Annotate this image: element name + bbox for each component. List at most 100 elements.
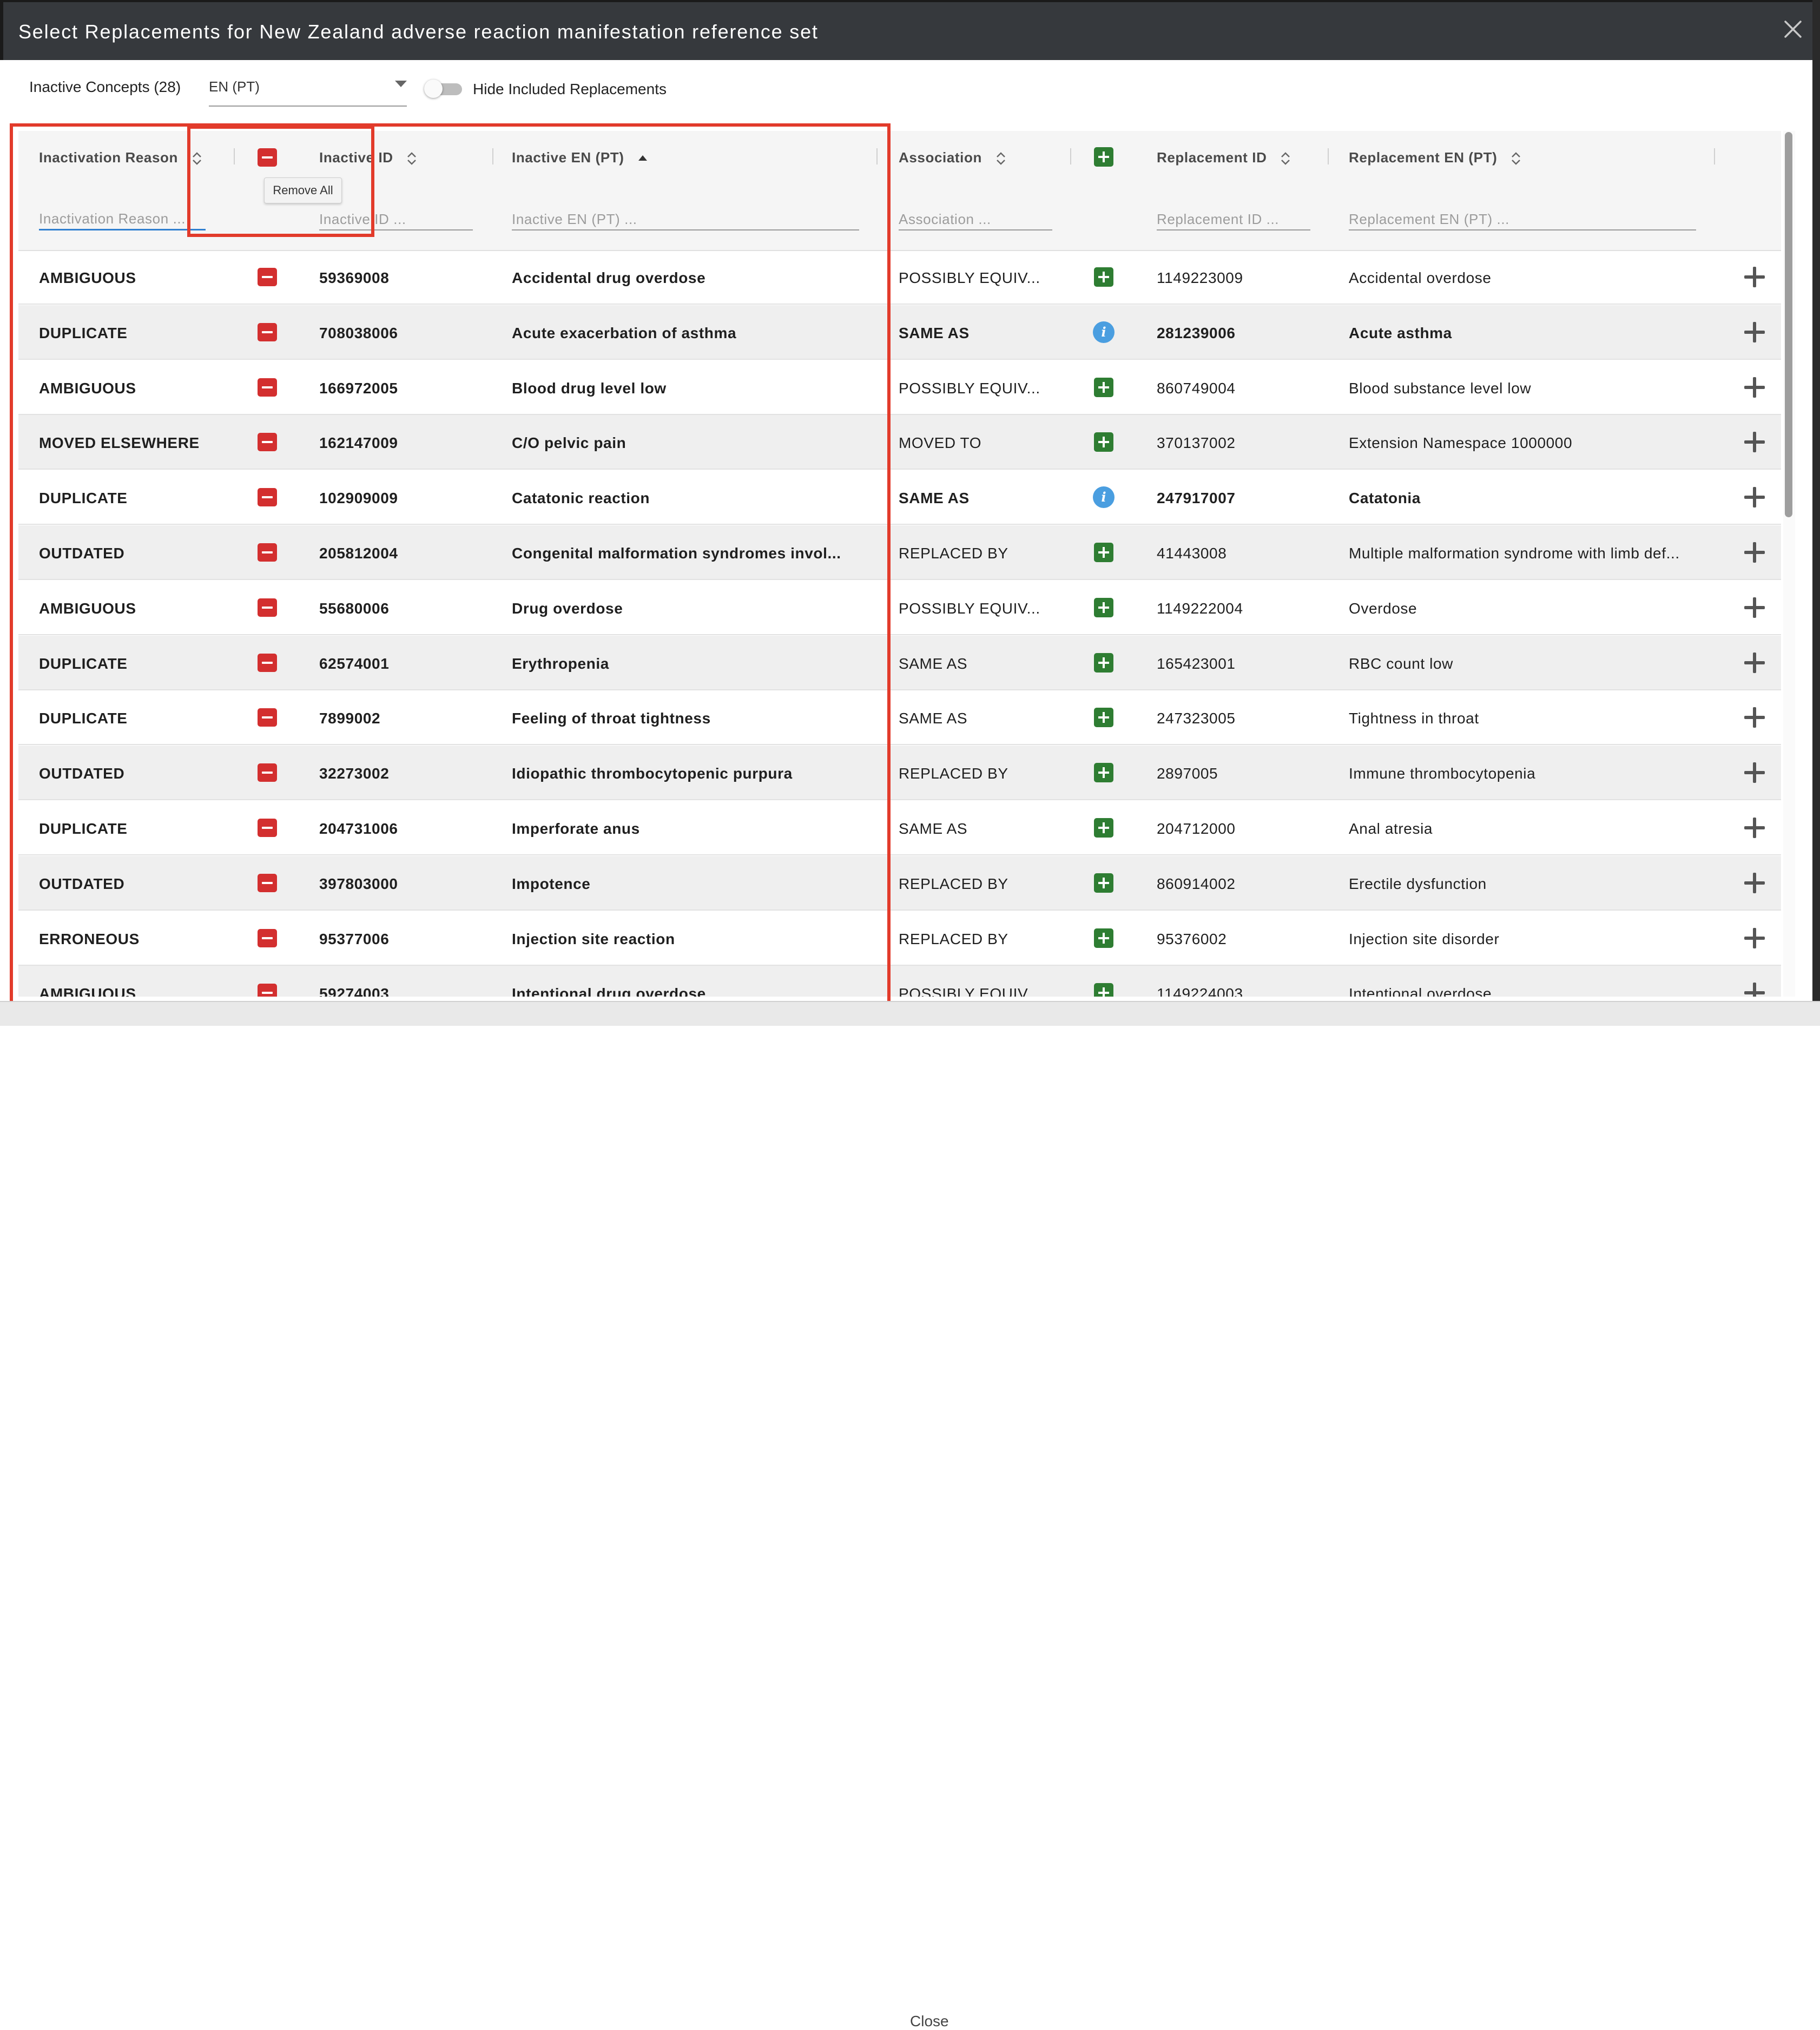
add-row-icon[interactable] [1744, 983, 1765, 997]
column-divider[interactable] [876, 148, 878, 164]
replacement-id-filter[interactable] [1157, 209, 1310, 230]
remove-icon[interactable] [258, 654, 277, 672]
inactive-en-cell: Blood drug level low [512, 380, 667, 397]
add-row-icon[interactable] [1744, 707, 1765, 728]
association-cell[interactable]: SAME AS [899, 820, 967, 838]
inactive-id-filter[interactable] [319, 209, 473, 230]
sort-icon[interactable] [1510, 151, 1522, 166]
header-inactive-id[interactable]: Inactive ID [319, 149, 418, 166]
inactive-en-filter[interactable] [512, 209, 859, 230]
remove-icon[interactable] [258, 763, 277, 782]
add-row-icon[interactable] [1744, 322, 1765, 342]
remove-icon[interactable] [258, 433, 277, 451]
add-row-icon[interactable] [1744, 377, 1765, 398]
header-association[interactable]: Association [899, 149, 1007, 166]
language-select[interactable]: EN (PT) [209, 75, 407, 107]
remove-icon[interactable] [258, 378, 277, 397]
association-cell[interactable]: MOVED TO [899, 434, 981, 452]
add-replacement-icon[interactable] [1094, 708, 1113, 727]
association-cell[interactable]: REPLACED BY [899, 931, 1008, 948]
header-inactivation-reason[interactable]: Inactivation Reason [39, 149, 203, 166]
add-replacement-icon[interactable] [1094, 763, 1113, 782]
replacement-en-cell: Accidental overdose [1349, 269, 1492, 286]
table-row: DUPLICATE 102909009 Catatonic reaction SAME… [18, 470, 1781, 525]
inactivation-reason-cell: AMBIGUOUS [39, 985, 136, 997]
association-cell[interactable]: POSSIBLY EQUIV... [899, 269, 1040, 287]
remove-icon[interactable] [258, 488, 277, 506]
sort-icon[interactable] [1280, 151, 1291, 166]
inactive-id-cell: 55680006 [319, 600, 390, 617]
add-row-icon[interactable] [1744, 818, 1765, 838]
info-icon[interactable]: i [1093, 486, 1115, 508]
add-all-icon[interactable] [1094, 147, 1113, 167]
inactivation-reason-filter[interactable] [39, 209, 206, 230]
header-inactive-en[interactable]: Inactive EN (PT) [512, 149, 649, 166]
add-replacement-icon[interactable] [1094, 543, 1113, 562]
column-divider[interactable] [1714, 148, 1715, 164]
remove-icon[interactable] [258, 819, 277, 837]
add-row-icon[interactable] [1744, 542, 1765, 563]
association-cell[interactable]: POSSIBLY EQUIV... [899, 600, 1040, 617]
add-replacement-icon[interactable] [1094, 983, 1113, 997]
add-replacement-icon[interactable] [1094, 378, 1113, 397]
sort-icon[interactable] [191, 151, 203, 166]
info-icon[interactable]: i [1093, 321, 1115, 343]
add-replacement-icon[interactable] [1094, 432, 1113, 452]
sort-icon[interactable] [995, 151, 1007, 166]
add-row-icon[interactable] [1744, 487, 1765, 507]
header-replacement-en[interactable]: Replacement EN (PT) [1349, 149, 1522, 166]
add-row-icon[interactable] [1744, 928, 1765, 948]
remove-icon[interactable] [258, 874, 277, 892]
association-cell[interactable]: REPLACED BY [899, 875, 1008, 893]
association-cell[interactable]: REPLACED BY [899, 765, 1008, 782]
remove-icon[interactable] [258, 268, 277, 286]
toggle-knob [424, 80, 443, 98]
add-row-icon[interactable] [1744, 873, 1765, 893]
replacement-en-cell: Extension Namespace 1000000 [1349, 434, 1573, 451]
association-cell[interactable]: SAME AS [899, 490, 970, 507]
table-row: MOVED ELSEWHERE 162147009 C/O pelvic pain M… [18, 415, 1781, 470]
remove-icon[interactable] [258, 929, 277, 947]
remove-icon[interactable] [258, 598, 277, 617]
close-icon[interactable] [1782, 18, 1804, 40]
remove-all-icon[interactable] [258, 148, 277, 167]
remove-icon[interactable] [258, 323, 277, 341]
add-row-icon[interactable] [1744, 762, 1765, 783]
add-row-icon[interactable] [1744, 652, 1765, 673]
replacement-en-filter[interactable] [1349, 209, 1696, 230]
association-cell[interactable]: POSSIBLY EQUIV... [899, 380, 1040, 397]
add-replacement-icon[interactable] [1094, 818, 1113, 838]
association-cell[interactable]: SAME AS [899, 710, 967, 727]
association-filter[interactable] [899, 209, 1052, 230]
add-replacement-icon[interactable] [1094, 653, 1113, 673]
column-divider[interactable] [234, 148, 235, 164]
add-row-icon[interactable] [1744, 597, 1765, 618]
column-divider[interactable] [1328, 148, 1329, 164]
add-row-icon[interactable] [1744, 432, 1765, 452]
association-cell[interactable]: POSSIBLY EQUIV... [899, 985, 1040, 997]
close-button[interactable]: Close [910, 2013, 949, 2030]
scrollbar-thumb[interactable] [1785, 132, 1792, 517]
remove-icon[interactable] [258, 543, 277, 562]
hide-included-toggle[interactable] [424, 80, 464, 98]
table-row: DUPLICATE 708038006 Acute exacerbation of … [18, 305, 1781, 360]
remove-icon[interactable] [258, 708, 277, 727]
inactive-en-cell: Imperforate anus [512, 820, 640, 837]
association-cell[interactable]: REPLACED BY [899, 545, 1008, 562]
add-row-icon[interactable] [1744, 267, 1765, 287]
column-divider[interactable] [1070, 148, 1071, 164]
dialog-titlebar: Select Replacements for New Zealand adve… [0, 0, 1820, 60]
dialog-toolbar: Inactive Concepts (28) EN (PT) Hide Incl… [0, 60, 1820, 130]
add-replacement-icon[interactable] [1094, 598, 1113, 617]
association-cell[interactable]: SAME AS [899, 655, 967, 673]
add-replacement-icon[interactable] [1094, 928, 1113, 948]
add-replacement-icon[interactable] [1094, 873, 1113, 893]
header-replacement-id[interactable]: Replacement ID [1157, 149, 1291, 166]
column-divider[interactable] [492, 148, 493, 164]
remove-icon[interactable] [258, 984, 277, 997]
sort-ascending-icon[interactable] [637, 151, 649, 166]
add-replacement-icon[interactable] [1094, 267, 1113, 287]
association-cell[interactable]: SAME AS [899, 325, 970, 342]
sort-icon[interactable] [406, 151, 418, 166]
replacement-id-cell: 1149223009 [1157, 269, 1243, 286]
